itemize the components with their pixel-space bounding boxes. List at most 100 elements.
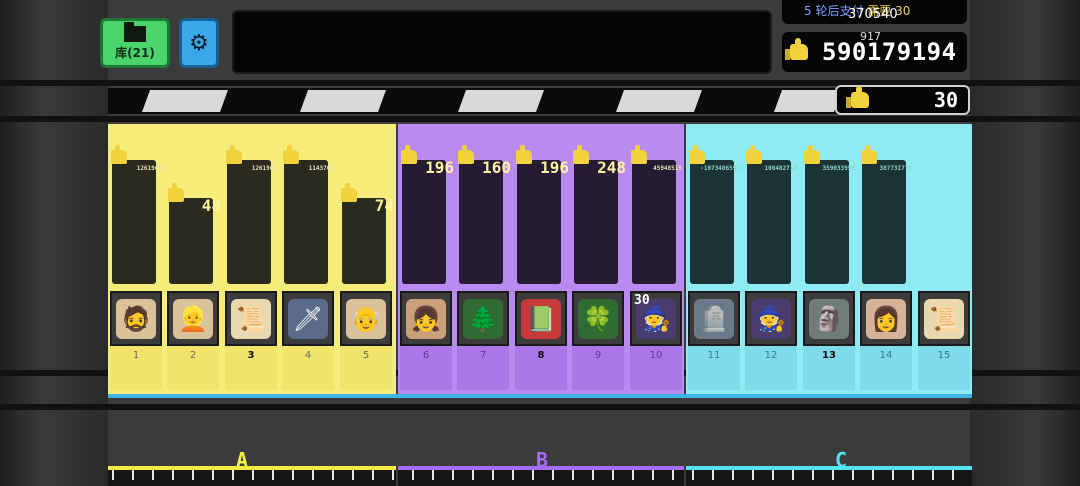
lane-tick	[652, 470, 654, 480]
thumbs-up-icon	[846, 86, 869, 108]
lane-c	[686, 466, 972, 486]
pink-girl-icon: 👩	[866, 298, 906, 339]
character-card-scroll[interactable]: 📜	[918, 291, 970, 346]
lane-tick	[192, 470, 194, 480]
bearded-man-icon: 🧔	[116, 298, 156, 339]
slot-number: 9	[594, 350, 602, 361]
trees-icon: 🌲	[463, 298, 503, 339]
slot-value: 1261966	[251, 165, 277, 172]
message-panel	[232, 10, 772, 74]
lane-tick	[952, 470, 954, 480]
clover-pot-icon: 🍀	[578, 298, 618, 339]
character-card-bearded-man[interactable]: 🧔	[110, 291, 162, 346]
slot-bar	[632, 160, 676, 284]
green-gem-book-icon: 📗	[521, 298, 561, 339]
thumbs-up-icon	[804, 145, 820, 164]
lane-tick	[332, 470, 334, 480]
knight-sword-icon: 🗡	[288, 298, 328, 339]
lane-tick	[932, 470, 934, 480]
background-stripe	[0, 116, 1080, 122]
slot-number: 8	[537, 350, 545, 361]
slot-value: 100482710	[764, 165, 797, 172]
lane-tick	[572, 470, 574, 480]
character-card-scroll[interactable]: 📜	[225, 291, 277, 346]
character-card-green-gem-book[interactable]: 📗	[515, 291, 567, 346]
lane-tick	[292, 470, 294, 480]
lane-tick	[812, 470, 814, 480]
character-card-pink-girl[interactable]: 👩	[860, 291, 912, 346]
character-card-stone-golem[interactable]: 🗿	[803, 291, 855, 346]
settings-button[interactable]: ⚙	[179, 18, 219, 68]
slot-number: 14	[879, 350, 893, 361]
character-card-old-man[interactable]: 👴	[340, 291, 392, 346]
lane-tick	[312, 470, 314, 480]
slot-bar	[227, 160, 271, 284]
thumbs-up-icon	[631, 145, 647, 164]
slot-value: 45948515	[653, 165, 682, 172]
thumbs-up-icon	[111, 145, 127, 164]
slot-bar	[805, 160, 849, 284]
slot-number: 7	[479, 350, 487, 361]
brown-hair-girl-icon: 👧	[406, 298, 446, 339]
slot-number: 1	[132, 350, 140, 361]
slot-bar	[112, 160, 156, 284]
stone-golem-icon: 🗿	[809, 298, 849, 339]
lane-label-c: C	[835, 448, 848, 472]
lane-tick	[492, 470, 494, 480]
character-card-brown-hair-girl[interactable]: 👧	[400, 291, 452, 346]
track-value: 30	[933, 88, 958, 112]
library-button[interactable]: 库(21)	[100, 18, 170, 68]
lane-tick	[912, 470, 914, 480]
slot-number: 15	[937, 350, 951, 361]
character-card-knight-sword[interactable]: 🗡	[282, 291, 334, 346]
slot-bar	[862, 160, 906, 284]
tombstone-spirit-icon: 🪦	[694, 298, 734, 339]
lane-tick	[832, 470, 834, 480]
slot-bar	[402, 160, 446, 284]
scroll-icon: 📜	[924, 298, 964, 339]
lane-tick	[272, 470, 274, 480]
lane-tick	[372, 470, 374, 480]
lane-tick	[432, 470, 434, 480]
folder-icon	[124, 21, 146, 42]
character-card-blonde-girl[interactable]: 👱	[167, 291, 219, 346]
lane-tick	[612, 470, 614, 480]
slot-value: 196	[540, 158, 569, 177]
witch-white-icon: 🧙	[751, 298, 791, 339]
lane-tick	[752, 470, 754, 480]
lane-tick	[592, 470, 594, 480]
slot-number: 2	[189, 350, 197, 361]
slot-value: 248	[597, 158, 626, 177]
thumbs-up-icon	[861, 145, 877, 164]
slot-number: 12	[764, 350, 778, 361]
lane-tick	[792, 470, 794, 480]
thumbs-up-icon	[785, 38, 808, 60]
character-card-tombstone-spirit[interactable]: 🪦	[688, 291, 740, 346]
lane-tick	[452, 470, 454, 480]
slot-bar	[284, 160, 328, 284]
character-card-clover-pot[interactable]: 🍀	[572, 291, 624, 346]
character-card-witch-white[interactable]: 🧙	[745, 291, 797, 346]
slot-number: 13	[822, 350, 836, 361]
lane-tick	[472, 470, 474, 480]
slot-number: 3	[247, 350, 255, 361]
track-segment	[773, 90, 843, 112]
thumbs-up-icon	[283, 145, 299, 164]
slot-number: 4	[304, 350, 312, 361]
character-card-trees[interactable]: 🌲	[457, 291, 509, 346]
slot-bar	[574, 160, 618, 284]
slot-value: 196	[425, 158, 454, 177]
track-value-box: 30	[835, 85, 970, 115]
slot-value: 38773I772	[879, 165, 912, 172]
rounds-prefix: 5 轮后	[804, 4, 840, 18]
coin-total: 590179194	[822, 38, 957, 66]
lane-tick	[352, 470, 354, 480]
slot-value: 160	[482, 158, 511, 177]
lane-tick	[872, 470, 874, 480]
slot-number: 6	[422, 350, 430, 361]
library-label: 库(21)	[115, 45, 155, 60]
lane-label-b: B	[536, 448, 549, 472]
lane-tick	[692, 470, 694, 480]
lane-tick	[252, 470, 254, 480]
lane-tick	[172, 470, 174, 480]
